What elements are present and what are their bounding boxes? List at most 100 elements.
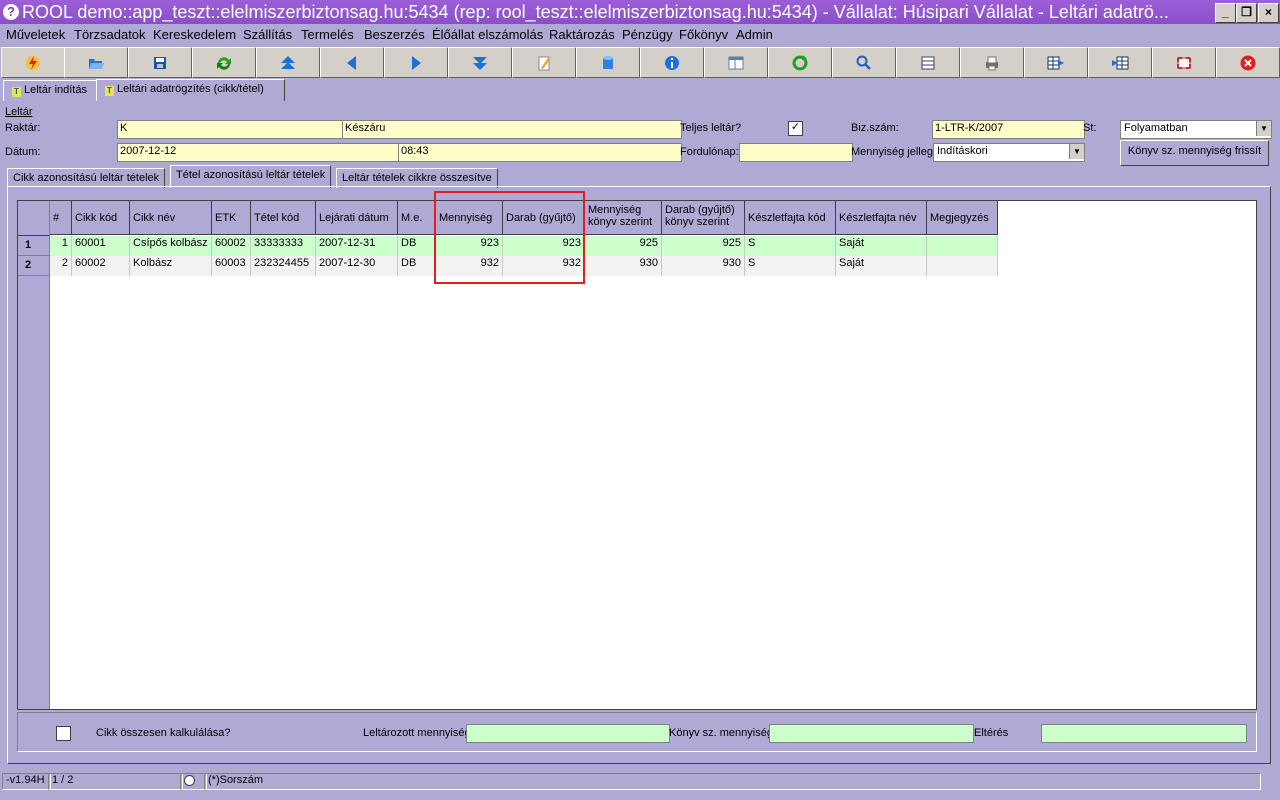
minimize-icon[interactable]: _ <box>1215 3 1236 23</box>
menu-raktarozas[interactable]: Raktározás <box>549 27 615 42</box>
database-button[interactable] <box>576 47 640 78</box>
cell-me[interactable]: DB <box>398 236 436 256</box>
cell-cikk-kod[interactable]: 60001 <box>72 236 130 256</box>
close-button[interactable] <box>1216 47 1280 78</box>
menu-termeles[interactable]: Termelés <box>301 27 354 42</box>
menu-szallitas[interactable]: Szállítás <box>243 27 292 42</box>
sort-radio[interactable] <box>180 773 207 790</box>
elteres-field[interactable] <box>1041 724 1247 743</box>
col-header-keszletfajta-nev[interactable]: Készletfajta név <box>836 201 927 235</box>
search-button[interactable] <box>832 47 896 78</box>
col-header-lejarati-datum[interactable]: Lejárati dátum <box>316 201 398 235</box>
cell-keszletfajta-kod[interactable]: S <box>745 256 836 276</box>
next-button[interactable] <box>384 47 448 78</box>
menu-kereskedelem[interactable]: Kereskedelem <box>153 27 236 42</box>
cell-keszletfajta-nev[interactable]: Saját <box>836 236 927 256</box>
open-button[interactable] <box>64 47 128 78</box>
konyv-refresh-button[interactable]: Könyv sz. mennyiség frissít <box>1120 140 1269 166</box>
reload-button[interactable] <box>768 47 832 78</box>
tab-leltar-inditas[interactable]: T Leltár indítás <box>3 80 105 101</box>
grid-export-button[interactable] <box>1024 47 1088 78</box>
refresh-button[interactable] <box>192 47 256 78</box>
last-record-button[interactable] <box>448 47 512 78</box>
col-header-tetel-kod[interactable]: Tétel kód <box>251 201 316 235</box>
grid-import-button[interactable] <box>1088 47 1152 78</box>
cell-cikk-nev[interactable]: Csípős kolbász <box>130 236 212 256</box>
cell-keszletfajta-kod[interactable]: S <box>745 236 836 256</box>
cell-megjegyzes[interactable] <box>927 256 998 276</box>
chevron-down-icon[interactable]: ▼ <box>1256 121 1271 136</box>
tab-tetel-azonositasu[interactable]: Tétel azonosítású leltár tételek <box>170 165 332 188</box>
cell-mennyiseg-konyv[interactable]: 930 <box>585 256 662 276</box>
bizszam-field[interactable]: 1-LTR-K/2007 <box>932 120 1085 139</box>
raktar-name-field[interactable]: Készáru <box>342 120 682 139</box>
cell-darab-konyv[interactable]: 925 <box>662 236 745 256</box>
save-button[interactable] <box>128 47 192 78</box>
col-header-keszletfajta-kod[interactable]: Készletfajta kód <box>745 201 836 235</box>
cell-tetel-kod[interactable]: 232324455 <box>251 256 316 276</box>
cell-index[interactable]: 1 <box>50 236 72 256</box>
cell-cikk-kod[interactable]: 60002 <box>72 256 130 276</box>
previous-button[interactable] <box>320 47 384 78</box>
ido-field[interactable]: 08:43 <box>398 143 682 162</box>
menu-muveletek[interactable]: Műveletek <box>6 27 65 42</box>
cell-lejarati-datum[interactable]: 2007-12-31 <box>316 236 398 256</box>
cell-cikk-nev[interactable]: Kolbász <box>130 256 212 276</box>
cell-mennyiseg-konyv[interactable]: 925 <box>585 236 662 256</box>
cell-tetel-kod[interactable]: 33333333 <box>251 236 316 256</box>
cell-megjegyzes[interactable] <box>927 236 998 256</box>
tab-leltari-adatrogzites[interactable]: T Leltári adatrögzítés (cikk/tétel) <box>96 79 285 101</box>
menu-eloallat[interactable]: Élőállat elszámolás <box>432 27 543 42</box>
raktar-code-field[interactable]: K <box>117 120 346 139</box>
cell-etk[interactable]: 60003 <box>212 256 251 276</box>
menu-torzsadatok[interactable]: Törzsadatok <box>74 27 146 42</box>
col-header-mennyiseg-konyv[interactable]: Mennyiség könyv szerint <box>585 201 662 235</box>
menu-penzugy[interactable]: Pénzügy <box>622 27 673 42</box>
close-icon <box>1240 55 1256 70</box>
teljes-leltar-checkbox[interactable]: ✓ <box>788 121 803 136</box>
cell-etk[interactable]: 60002 <box>212 236 251 256</box>
restore-icon[interactable]: ❐ <box>1236 3 1257 23</box>
record-position: 1 / 2 <box>48 773 183 790</box>
info-button[interactable] <box>640 47 704 78</box>
first-record-button[interactable] <box>256 47 320 78</box>
cell-lejarati-datum[interactable]: 2007-12-30 <box>316 256 398 276</box>
cell-darab-konyv[interactable]: 930 <box>662 256 745 276</box>
menu-admin[interactable]: Admin <box>736 27 773 42</box>
menu-beszerzes[interactable]: Beszerzés <box>364 27 425 42</box>
cell-keszletfajta-nev[interactable]: Saját <box>836 256 927 276</box>
tab-cikkre-osszesitve[interactable]: Leltár tételek cikkre összesítve <box>336 168 498 188</box>
list-button[interactable] <box>896 47 960 78</box>
col-header-darab-konyv[interactable]: Darab (gyűjtő) könyv szerint <box>662 201 745 235</box>
col-header-etk[interactable]: ETK <box>212 201 251 235</box>
next-icon <box>412 55 421 70</box>
cell-me[interactable]: DB <box>398 256 436 276</box>
info-icon <box>665 55 679 70</box>
lightning-button[interactable] <box>1 47 65 78</box>
layout-button[interactable] <box>704 47 768 78</box>
edit-button[interactable] <box>512 47 576 78</box>
window-title: ROOL demo::app_teszt::elelmiszerbiztonsa… <box>22 2 1169 22</box>
calc-checkbox[interactable] <box>56 726 71 741</box>
datum-field[interactable]: 2007-12-12 <box>117 143 401 162</box>
data-grid[interactable]: 1 2 # Cikk kód Cikk név ETK Tétel kód Le… <box>17 200 1257 710</box>
leltarozott-field[interactable] <box>466 724 670 743</box>
fordulonap-field[interactable] <box>739 143 853 162</box>
tab-cikk-azonositasu[interactable]: Cikk azonosítású leltár tételek <box>7 168 166 188</box>
close-window-icon[interactable]: × <box>1258 3 1279 23</box>
col-header-index[interactable]: # <box>50 201 72 235</box>
konyv-field[interactable] <box>769 724 974 743</box>
status-value: Folyamatban <box>1124 122 1188 134</box>
print-button[interactable] <box>960 47 1024 78</box>
col-header-megjegyzes[interactable]: Megjegyzés <box>927 201 998 235</box>
col-header-cikk-nev[interactable]: Cikk név <box>130 201 212 235</box>
jelleg-select[interactable]: Indításkori ▼ <box>933 143 1085 162</box>
col-header-cikk-kod[interactable]: Cikk kód <box>72 201 130 235</box>
cell-index[interactable]: 2 <box>50 256 72 276</box>
chevron-down-icon[interactable]: ▼ <box>1069 144 1084 159</box>
menu-fokonyv[interactable]: Főkönyv <box>679 27 728 42</box>
grid-export-icon <box>1047 56 1064 69</box>
col-header-me[interactable]: M.e. <box>398 201 436 235</box>
fullscreen-button[interactable] <box>1152 47 1216 78</box>
status-select[interactable]: Folyamatban ▼ <box>1120 120 1272 139</box>
